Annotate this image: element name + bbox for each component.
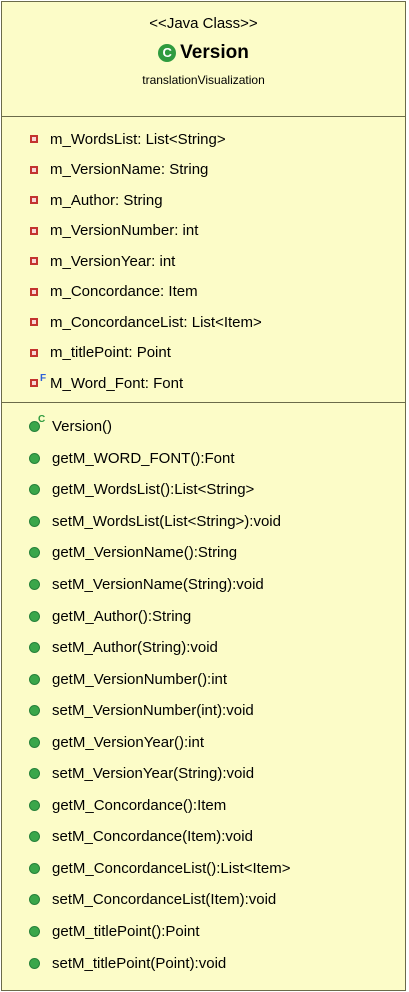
method-row[interactable]: getM_titlePoint():Point [2,916,405,948]
method-row[interactable]: setM_ConcordanceList(Item):void [2,884,405,916]
private-visibility-icon [30,348,38,357]
attribute-label: m_VersionNumber: int [50,222,199,240]
method-row[interactable]: getM_Author():String [2,600,405,632]
public-visibility-icon [29,736,40,748]
method-row[interactable]: setM_WordsList(List<String>):void [2,506,405,538]
final-modifier-mark: F [40,373,47,385]
public-visibility-icon [29,705,40,717]
attribute-label: m_VersionName: String [50,161,209,179]
method-label: setM_titlePoint(Point):void [52,954,227,972]
public-visibility-icon [29,831,40,843]
public-visibility-icon [29,642,40,654]
method-label: getM_VersionYear():int [52,733,205,751]
method-row[interactable]: setM_Author(String):void [2,632,405,664]
attributes-section: m_WordsList: List<String> m_VersionName: … [2,117,405,403]
private-visibility-icon [30,257,38,266]
method-label: getM_VersionNumber():int [52,670,228,688]
method-row[interactable]: C Version() [2,411,405,443]
method-row[interactable]: setM_VersionNumber(int):void [2,695,405,727]
class-icon: C [158,44,177,62]
method-row[interactable]: setM_titlePoint(Point):void [2,947,405,979]
method-label: setM_ConcordanceList(Item):void [52,891,277,909]
method-label: getM_VersionName():String [52,544,238,562]
method-row[interactable]: getM_VersionName():String [2,537,405,569]
methods-section: C Version() getM_WORD_FONT():Font getM_Word… [2,403,405,979]
method-row[interactable]: getM_Concordance():Item [2,790,405,822]
method-row[interactable]: getM_ConcordanceList():List<Item> [2,853,405,885]
method-label: setM_VersionYear(String):void [52,765,255,783]
public-visibility-icon [29,452,40,464]
public-visibility-icon [29,957,40,969]
attribute-label: m_Concordance: Item [50,283,198,301]
private-visibility-icon [30,318,38,327]
private-visibility-icon [30,226,38,235]
attribute-row[interactable]: m_VersionName: String [2,155,405,186]
method-label: setM_Concordance(Item):void [52,828,253,846]
method-label: getM_Concordance():Item [52,796,227,814]
method-label: getM_Author():String [52,607,192,625]
method-row[interactable]: getM_VersionNumber():int [2,663,405,695]
method-label: setM_VersionName(String):void [52,576,264,593]
attribute-label: m_WordsList: List<String> [50,130,226,148]
private-visibility-icon [30,135,38,144]
constructor-modifier-mark: C [38,414,46,426]
public-visibility-icon [29,799,40,811]
class-name: Version [180,42,249,63]
attribute-row[interactable]: m_Concordance: Item [2,277,405,308]
public-visibility-icon [29,515,40,527]
public-visibility-icon [29,579,40,590]
private-final-field-icon: F [30,374,46,388]
class-package: translationVisualization [142,73,265,87]
attribute-label: M_Word_Font: Font [50,374,184,392]
public-visibility-icon [29,768,40,780]
private-visibility-icon [30,165,38,174]
method-row[interactable]: getM_WordsList():List<String> [2,474,405,506]
attribute-row[interactable]: m_ConcordanceList: List<Item> [2,307,405,338]
public-visibility-icon [29,926,40,938]
class-title: C Version [2,41,405,65]
attribute-label: m_VersionYear: int [50,252,176,270]
attribute-row[interactable]: m_VersionYear: int [2,246,405,277]
public-visibility-icon [29,673,40,685]
public-constructor-icon: C [29,415,45,433]
attribute-label: m_ConcordanceList: List<Item> [50,313,262,331]
attribute-row[interactable]: m_Author: String [2,185,405,216]
private-visibility-icon [30,196,38,205]
method-label: getM_titlePoint():Point [52,923,200,941]
public-visibility-icon [29,894,40,906]
attribute-row[interactable]: m_VersionNumber: int [2,216,405,247]
method-row[interactable]: setM_Concordance(Item):void [2,821,405,853]
attribute-row[interactable]: F M_Word_Font: Font [2,368,405,399]
class-header: <<Java Class>> C Version translationVisu… [2,2,405,117]
method-label: getM_WordsList():List<String> [52,481,255,499]
attribute-label: m_titlePoint: Point [50,344,171,362]
method-row[interactable]: setM_VersionName(String):void [2,569,405,601]
method-label: getM_WORD_FONT():Font [52,449,235,467]
private-visibility-icon [30,287,38,296]
public-visibility-icon [29,547,40,559]
method-row[interactable]: setM_VersionYear(String):void [2,758,405,790]
public-visibility-icon [29,862,40,874]
uml-class-box[interactable]: <<Java Class>> C Version translationVisu… [1,1,406,991]
attribute-label: m_Author: String [50,191,163,209]
method-label: setM_Author(String):void [52,639,218,657]
attribute-row[interactable]: m_titlePoint: Point [2,338,405,369]
public-visibility-icon [29,610,40,622]
public-visibility-icon [29,484,40,496]
method-label: setM_WordsList(List<String>):void [52,512,281,530]
method-label: setM_VersionNumber(int):void [52,702,254,720]
method-row[interactable]: getM_VersionYear():int [2,726,405,758]
method-row[interactable]: getM_WORD_FONT():Font [2,443,405,475]
class-stereotype: <<Java Class>> [149,15,258,32]
method-label: Version() [52,418,113,436]
attribute-row[interactable]: m_WordsList: List<String> [2,124,405,155]
method-label: getM_ConcordanceList():List<Item> [52,859,291,877]
